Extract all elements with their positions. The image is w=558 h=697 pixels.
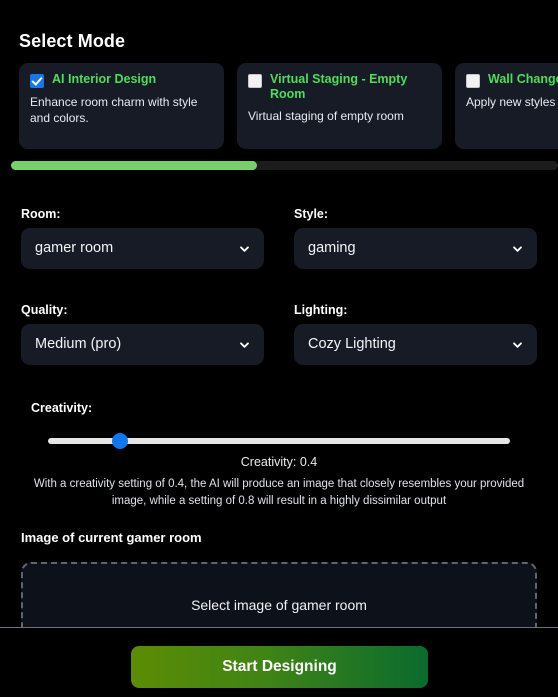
- chevron-down-icon: [240, 245, 249, 252]
- quality-select[interactable]: Medium (pro): [21, 324, 264, 365]
- creativity-slider-thumb[interactable]: [111, 433, 128, 449]
- horizontal-scrollbar-thumb[interactable]: [11, 161, 258, 170]
- mode-card-title: Wall Change: [488, 72, 558, 86]
- chevron-down-icon: [513, 245, 522, 252]
- checkbox-unchecked-icon[interactable]: [466, 74, 480, 88]
- mode-card-title: AI Interior Design: [52, 72, 157, 86]
- field-style: Style: gaming: [294, 207, 537, 269]
- start-designing-button[interactable]: Start Designing: [131, 646, 428, 688]
- creativity-label: Creativity:: [31, 401, 93, 415]
- field-lighting: Lighting: Cozy Lighting: [294, 303, 537, 365]
- mode-card-description: Virtual staging of empty room: [248, 109, 404, 123]
- footer-divider: [0, 627, 558, 628]
- upload-label: Image of current gamer room: [21, 530, 202, 545]
- room-select-value: gamer room: [35, 240, 114, 257]
- checkbox-unchecked-icon[interactable]: [248, 74, 262, 88]
- field-label-quality: Quality:: [21, 303, 68, 317]
- mode-card-ai-interior-design[interactable]: AI Interior Design Enhance room charm wi…: [19, 63, 224, 149]
- field-label-room: Room:: [21, 207, 61, 221]
- field-label-lighting: Lighting:: [294, 303, 348, 317]
- creativity-value-text: Creativity: 0.4: [240, 455, 318, 469]
- mode-selection-panel: Select Mode AI Interior Design Enhance r…: [0, 0, 558, 697]
- style-select-value: gaming: [308, 240, 356, 257]
- mode-card-header: Virtual Staging - Empty Room: [248, 72, 431, 102]
- page-title: Select Mode: [19, 31, 126, 51]
- mode-card-virtual-staging[interactable]: Virtual Staging - Empty Room Virtual sta…: [237, 63, 442, 149]
- mode-card-wall-change[interactable]: Wall Change Apply new styles and walls: [455, 63, 558, 149]
- mode-card-header: Wall Change: [466, 72, 558, 88]
- mode-cards-scroller[interactable]: AI Interior Design Enhance room charm wi…: [19, 63, 558, 149]
- chevron-down-icon: [240, 341, 249, 348]
- mode-card-description: Enhance room charm with style and colors…: [30, 95, 198, 125]
- checkbox-checked-icon[interactable]: [30, 74, 44, 88]
- lighting-select[interactable]: Cozy Lighting: [294, 324, 537, 365]
- chevron-down-icon: [513, 341, 522, 348]
- style-select[interactable]: gaming: [294, 228, 537, 269]
- creativity-help-text: With a creativity setting of 0.4, the AI…: [33, 478, 525, 507]
- field-label-style: Style:: [294, 207, 329, 221]
- room-select[interactable]: gamer room: [21, 228, 264, 269]
- image-upload-placeholder: Select image of gamer room: [191, 597, 367, 613]
- field-room: Room: gamer room: [21, 207, 264, 269]
- quality-select-value: Medium (pro): [35, 336, 122, 353]
- field-quality: Quality: Medium (pro): [21, 303, 264, 365]
- creativity-slider[interactable]: [48, 433, 510, 449]
- mode-card-title: Virtual Staging - Empty Room: [270, 72, 408, 101]
- mode-card-header: AI Interior Design: [30, 72, 213, 88]
- mode-cards-row: AI Interior Design Enhance room charm wi…: [19, 63, 558, 149]
- mode-card-description: Apply new styles and walls: [466, 95, 558, 109]
- horizontal-scrollbar[interactable]: [11, 161, 558, 170]
- lighting-select-value: Cozy Lighting: [308, 336, 396, 353]
